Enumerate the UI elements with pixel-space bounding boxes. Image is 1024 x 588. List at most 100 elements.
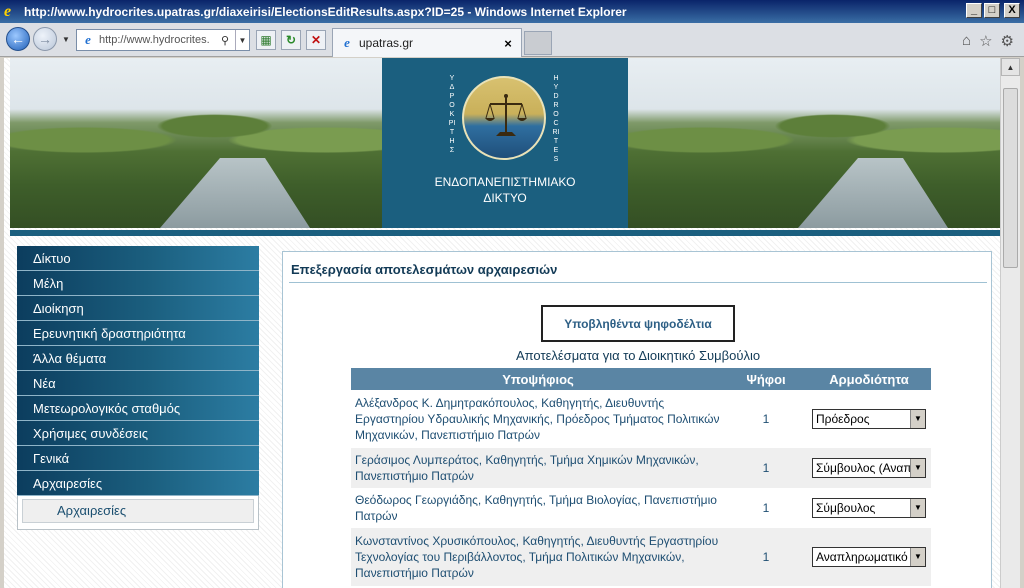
ie-logo-icon: e xyxy=(4,2,12,20)
table-row: Γεράσιμος Λυμπεράτος, Καθηγητής, Τμήμα Χ… xyxy=(351,448,931,488)
table-row: Θεόδωρος Γεωργιάδης, Καθηγητής, Τμήμα Βι… xyxy=(351,488,931,528)
address-dropdown-icon[interactable]: ▼ xyxy=(235,30,249,50)
results-table: Υποψήφιος Ψήφοι Αρμοδιότητα Αλέξανδρος Κ… xyxy=(351,368,931,586)
role-select[interactable]: Σύμβουλος ▼ xyxy=(812,498,926,518)
candidate-link[interactable]: Κωνσταντίνος Χρυσικόπουλος xyxy=(355,534,516,548)
sidebar-item-elections[interactable]: Αρχαιρεσίες xyxy=(17,471,259,496)
search-icon[interactable]: ⚲ xyxy=(221,34,235,47)
arrow-left-icon: ← xyxy=(11,31,25,47)
tab-close-button[interactable]: × xyxy=(501,36,515,51)
role-select-value: Σύμβουλος (Αναπλ xyxy=(816,461,910,475)
browser-navbar: ← → ▼ e http://www.hydrocrites. ⚲ ▼ ▦ ↻ … xyxy=(0,23,1024,57)
submenu-item-elections[interactable]: Αρχαιρεσίες xyxy=(22,499,254,523)
address-input[interactable]: http://www.hydrocrites. xyxy=(99,34,221,46)
sidebar-item-members[interactable]: Μέλη xyxy=(17,271,259,296)
sidebar-menu: Δίκτυο Μέλη Διοίκηση Ερευνητική δραστηρι… xyxy=(17,246,259,530)
compatibility-icon: ▦ xyxy=(260,33,272,47)
role-cell: Σύμβουλος ▼ xyxy=(807,488,931,528)
votes-cell: 1 xyxy=(725,448,807,488)
chevron-down-icon[interactable]: ▼ xyxy=(910,499,925,517)
candidate-cell: Γεράσιμος Λυμπεράτος, Καθηγητής, Τμήμα Χ… xyxy=(351,448,725,488)
sidebar-item-other-topics[interactable]: Άλλα θέματα xyxy=(17,346,259,371)
refresh-icon: ↻ xyxy=(285,33,297,47)
refresh-button[interactable]: ↻ xyxy=(281,30,301,50)
river-photo-left xyxy=(10,58,382,228)
chevron-down-icon[interactable]: ▼ xyxy=(910,459,925,477)
minimize-button[interactable]: _ xyxy=(966,3,982,18)
candidate-cell: Κωνσταντίνος Χρυσικόπουλος, Καθηγητής, Δ… xyxy=(351,528,725,586)
scrollbar-thumb[interactable] xyxy=(1003,88,1018,268)
title-divider xyxy=(289,282,987,283)
candidate-cell: Θεόδωρος Γεωργιάδης, Καθηγητής, Τμήμα Βι… xyxy=(351,488,725,528)
favorites-star-icon[interactable]: ☆ xyxy=(979,32,992,50)
sidebar-item-news[interactable]: Νέα xyxy=(17,371,259,396)
role-cell: Αναπληρωματικό ▼ xyxy=(807,528,931,586)
role-select-value: Αναπληρωματικό xyxy=(816,550,908,564)
forward-button[interactable]: → xyxy=(33,27,57,51)
role-select[interactable]: Αναπληρωματικό ▼ xyxy=(812,547,926,567)
chevron-down-icon[interactable]: ▼ xyxy=(910,410,925,428)
browser-tab[interactable]: e upatras.gr × xyxy=(332,28,522,57)
header-votes: Ψήφοι xyxy=(725,368,807,390)
role-select-value: Πρόεδρος xyxy=(816,412,870,426)
browser-right-icons: ⌂ ☆ ⚙ xyxy=(962,32,1014,50)
page-title: Επεξεργασία αποτελεσμάτων αρχαιρεσιών xyxy=(291,262,558,277)
role-cell: Σύμβουλος (Αναπλ ▼ xyxy=(807,448,931,488)
tab-favicon-icon: e xyxy=(344,35,350,50)
window-frame-edge xyxy=(1020,58,1024,588)
home-icon[interactable]: ⌂ xyxy=(962,32,971,50)
sidebar-item-weather-station[interactable]: Μετεωρολογικός σταθμός xyxy=(17,396,259,421)
candidate-cell: Αλέξανδρος Κ. Δημητρακόπουλος, Καθηγητής… xyxy=(351,390,725,448)
role-select-value: Σύμβουλος xyxy=(816,501,876,515)
banner-title-line2: ΔΙΚΤΥΟ xyxy=(483,191,527,205)
sidebar-item-network[interactable]: Δίκτυο xyxy=(17,246,259,271)
table-row: Αλέξανδρος Κ. Δημητρακόπουλος, Καθηγητής… xyxy=(351,390,931,448)
stop-icon: ✕ xyxy=(310,33,322,47)
role-select[interactable]: Σύμβουλος (Αναπλ ▼ xyxy=(812,458,926,478)
candidate-link[interactable]: Αλέξανδρος Κ. Δημητρακόπουλος xyxy=(355,396,534,410)
role-select[interactable]: Πρόεδρος ▼ xyxy=(812,409,926,429)
site-banner: ΥΔΡΟΚΡΙΤΗΣ HYDROCRITES ΕΝΔΟΠΑΝΕΠΙΣΤΗΜΙΑΚ… xyxy=(10,58,1000,228)
banner-divider xyxy=(10,230,1000,236)
logo-vertical-text-left: ΥΔΡΟΚΡΙΤΗΣ xyxy=(448,75,456,154)
window-titlebar: e http://www.hydrocrites.upatras.gr/diax… xyxy=(0,0,1024,23)
logo-vertical-text-right: HYDROCRITES xyxy=(552,75,560,163)
header-role: Αρμοδιότητα xyxy=(807,368,931,390)
sidebar-item-useful-links[interactable]: Χρήσιμες συνδέσεις xyxy=(17,421,259,446)
vertical-scrollbar[interactable]: ▲ xyxy=(1000,58,1020,588)
scales-icon xyxy=(485,94,527,136)
sidebar-item-administration[interactable]: Διοίκηση xyxy=(17,296,259,321)
address-bar[interactable]: e http://www.hydrocrites. ⚲ ▼ xyxy=(76,29,250,51)
votes-cell: 1 xyxy=(725,528,807,586)
submitted-ballots-button[interactable]: Υποβληθέντα ψηφοδέλτια xyxy=(541,305,735,342)
banner-title: ΕΝΔΟΠΑΝΕΠΙΣΤΗΜΙΑΚΟ ΔΙΚΤΥΟ xyxy=(382,174,628,206)
window-title: http://www.hydrocrites.upatras.gr/diaxei… xyxy=(24,4,627,19)
hydrocrites-logo xyxy=(462,76,546,160)
candidate-link[interactable]: Γεράσιμος Λυμπεράτος xyxy=(355,453,479,467)
arrow-right-icon: → xyxy=(38,31,52,47)
new-tab-button[interactable] xyxy=(524,31,552,55)
history-dropdown-icon[interactable]: ▼ xyxy=(62,35,70,44)
candidate-link[interactable]: Θεόδωρος Γεωργιάδης xyxy=(355,493,478,507)
banner-title-line1: ΕΝΔΟΠΑΝΕΠΙΣΤΗΜΙΑΚΟ xyxy=(434,175,576,189)
main-content: Επεξεργασία αποτελεσμάτων αρχαιρεσιών Υπ… xyxy=(282,251,992,588)
votes-cell: 1 xyxy=(725,390,807,448)
table-row: Κωνσταντίνος Χρυσικόπουλος, Καθηγητής, Δ… xyxy=(351,528,931,586)
scroll-up-icon[interactable]: ▲ xyxy=(1001,58,1020,76)
maximize-button[interactable]: □ xyxy=(984,3,1000,18)
role-cell: Πρόεδρος ▼ xyxy=(807,390,931,448)
logo-panel: ΥΔΡΟΚΡΙΤΗΣ HYDROCRITES ΕΝΔΟΠΑΝΕΠΙΣΤΗΜΙΑΚ… xyxy=(382,58,628,228)
stop-button[interactable]: ✕ xyxy=(306,30,326,50)
sidebar-item-research[interactable]: Ερευνητική δραστηριότητα xyxy=(17,321,259,346)
back-button[interactable]: ← xyxy=(6,27,30,51)
tab-label: upatras.gr xyxy=(359,36,414,50)
close-window-button[interactable]: X xyxy=(1004,3,1020,18)
gear-icon[interactable]: ⚙ xyxy=(1001,32,1014,50)
compatibility-view-button[interactable]: ▦ xyxy=(256,30,276,50)
table-header-row: Υποψήφιος Ψήφοι Αρμοδιότητα xyxy=(351,368,931,390)
votes-cell: 1 xyxy=(725,488,807,528)
page-favicon-icon: e xyxy=(85,32,91,47)
sidebar-submenu: Αρχαιρεσίες xyxy=(17,496,259,530)
sidebar-item-general[interactable]: Γενικά xyxy=(17,446,259,471)
chevron-down-icon[interactable]: ▼ xyxy=(910,548,925,566)
